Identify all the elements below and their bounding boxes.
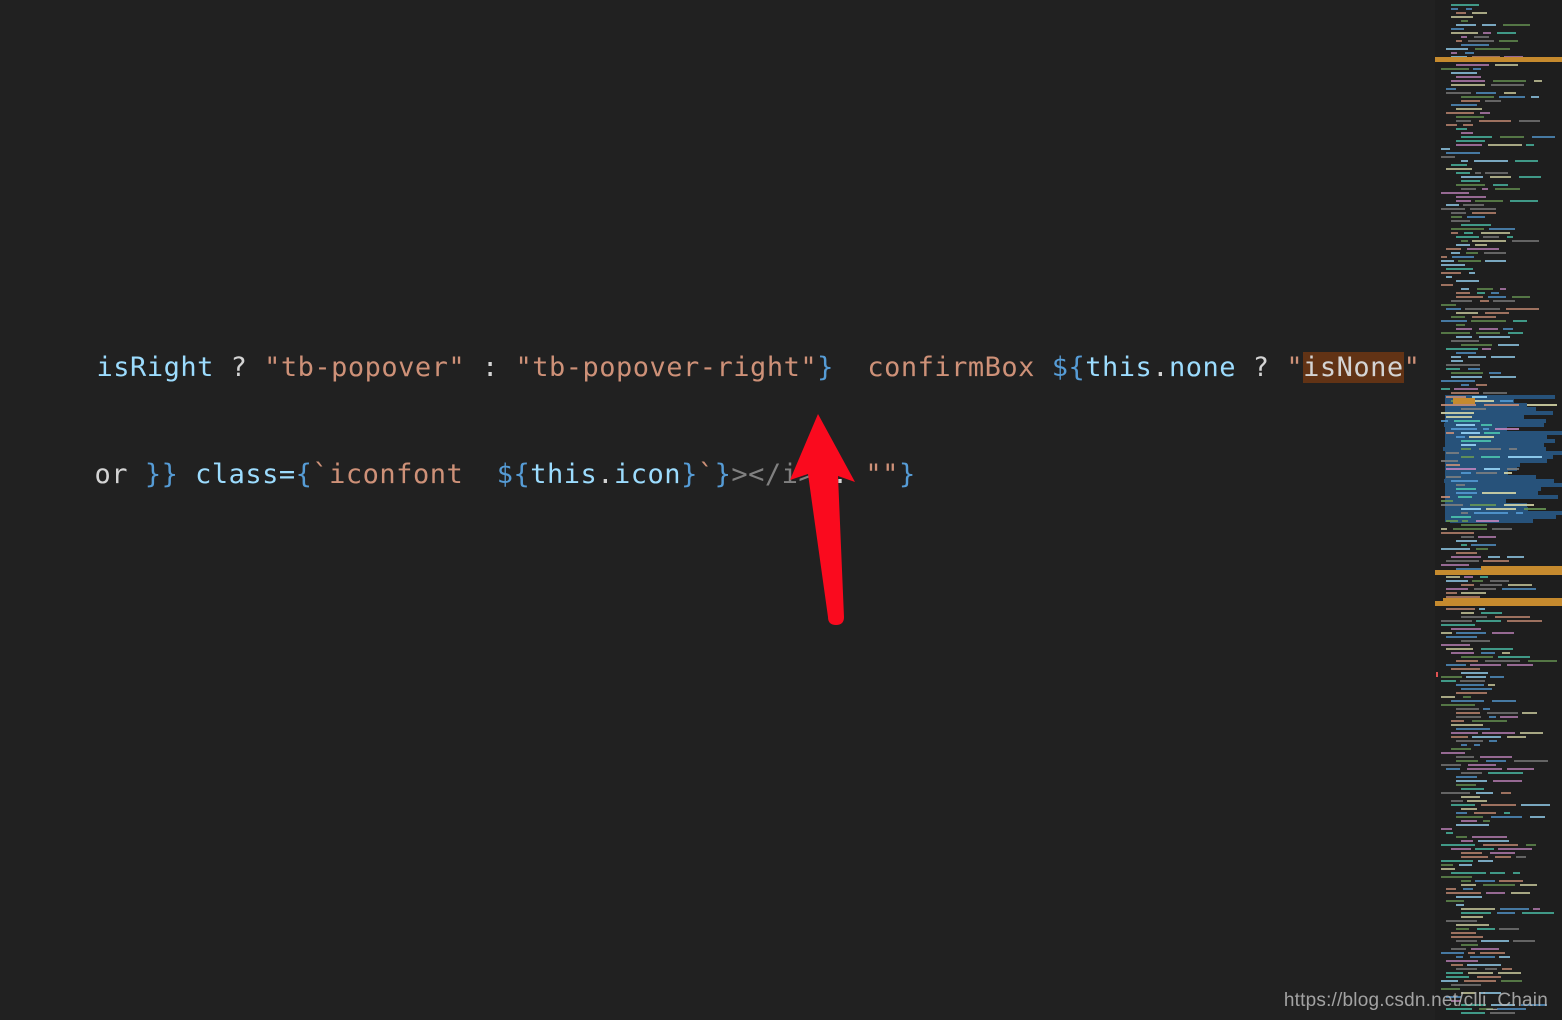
code-token-colon2: : <box>1420 352 1435 383</box>
code-editor-viewport[interactable]: isRight ? "tb-popover" : "tb-popover-rig… <box>0 0 1435 1020</box>
code-token-iconfont: `iconfont <box>312 459 497 490</box>
code-token-braces-close: }} <box>144 459 179 490</box>
code-token-colon3: : <box>815 459 866 490</box>
code-token-isnone-highlight[interactable]: isNone <box>1303 352 1404 383</box>
code-token-quote-close: " <box>1403 352 1421 383</box>
code-token-ternary-q1: ? <box>213 352 265 383</box>
code-token-colon1: : <box>465 352 516 383</box>
code-token-none: none <box>1169 352 1237 383</box>
code-token-tplexpr-open: ${ <box>1051 352 1086 383</box>
code-token-confirmbox: confirmBox <box>833 352 1052 383</box>
code-token-tplexpr-open2: ${ <box>496 459 531 490</box>
code-token-brace-close5: } <box>714 459 732 490</box>
minimap-content <box>1435 0 1562 1020</box>
editor-root: isRight ? "tb-popover" : "tb-popover-rig… <box>0 0 1562 1020</box>
watermark-text: https://blog.csdn.net/clli_Chain <box>1283 990 1548 1011</box>
code-token-this1: this <box>1085 352 1153 383</box>
code-token-class-attr: class= <box>178 459 296 490</box>
code-token-icon: icon <box>614 459 682 490</box>
code-token-dot1: . <box>1152 352 1169 383</box>
code-token-ternary-q2: ? <box>1236 352 1287 383</box>
code-token-isright: isRight <box>96 352 214 383</box>
code-token-backtick2: ` <box>697 459 715 490</box>
code-token-dot2: . <box>597 459 615 490</box>
code-token-string-tb-popover: "tb-popover" <box>264 352 466 383</box>
code-token-or: or <box>94 459 145 490</box>
code-line-1[interactable]: isRight ? "tb-popover" : "tb-popover-rig… <box>0 327 1435 408</box>
code-token-quote-open: " <box>1286 352 1304 383</box>
code-token-empty-string: "" <box>865 459 899 490</box>
code-token-this2: this <box>530 459 598 490</box>
code-token-brace-close6: } <box>898 459 916 490</box>
code-token-string-tb-popover-right: "tb-popover-right" <box>515 352 818 383</box>
code-token-brace-open2: { <box>295 459 313 490</box>
code-token-closing-i-tag: ></i> <box>731 459 816 490</box>
code-token-brace-close4: } <box>681 459 698 490</box>
code-line-2[interactable]: or }} class={`iconfont ${this.icon}`}></… <box>0 434 916 515</box>
code-minimap[interactable] <box>1435 0 1562 1020</box>
code-token-brace-close1: } <box>817 352 834 383</box>
